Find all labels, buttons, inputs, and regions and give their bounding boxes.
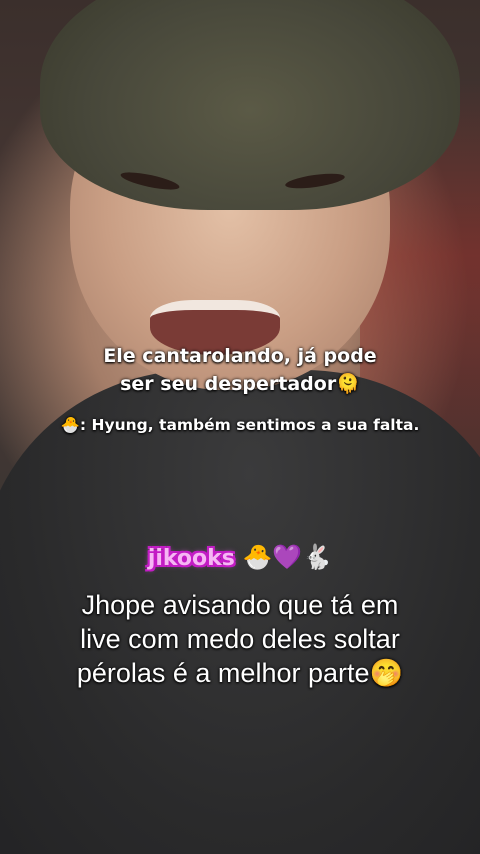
main-caption-line1: Jhope avisando que tá em — [81, 590, 399, 620]
main-caption-line3-row: pérolas é a melhor parte🤭 — [20, 656, 460, 690]
top-caption: Ele cantarolando, já pode ser seu desper… — [0, 342, 480, 398]
main-caption-line2: live com medo deles soltar — [80, 624, 400, 654]
hand-over-mouth-emoji-icon: 🤭 — [369, 658, 404, 688]
sub-caption-text: : Hyung, também sentimos a sua falta. — [79, 416, 420, 434]
creator-handle-row: jikooks 🐣💜🐇 — [0, 540, 480, 576]
top-caption-line2-row: ser seu despertador🫠 — [0, 370, 480, 398]
top-caption-line1: Ele cantarolando, já pode — [103, 345, 377, 367]
main-caption: Jhope avisando que tá em live com medo d… — [20, 588, 460, 690]
handle-emojis-icon: 🐣💜🐇 — [242, 543, 333, 571]
melting-face-emoji-icon: 🫠 — [336, 373, 360, 395]
sub-caption: 🐣: Hyung, também sentimos a sua falta. — [0, 416, 480, 434]
person-beanie — [40, 0, 460, 210]
hatching-chick-emoji-icon: 🐣 — [60, 416, 80, 434]
creator-handle: jikooks — [147, 546, 235, 571]
top-caption-line2: ser seu despertador — [120, 373, 337, 395]
main-caption-line3: pérolas é a melhor parte — [76, 658, 370, 688]
